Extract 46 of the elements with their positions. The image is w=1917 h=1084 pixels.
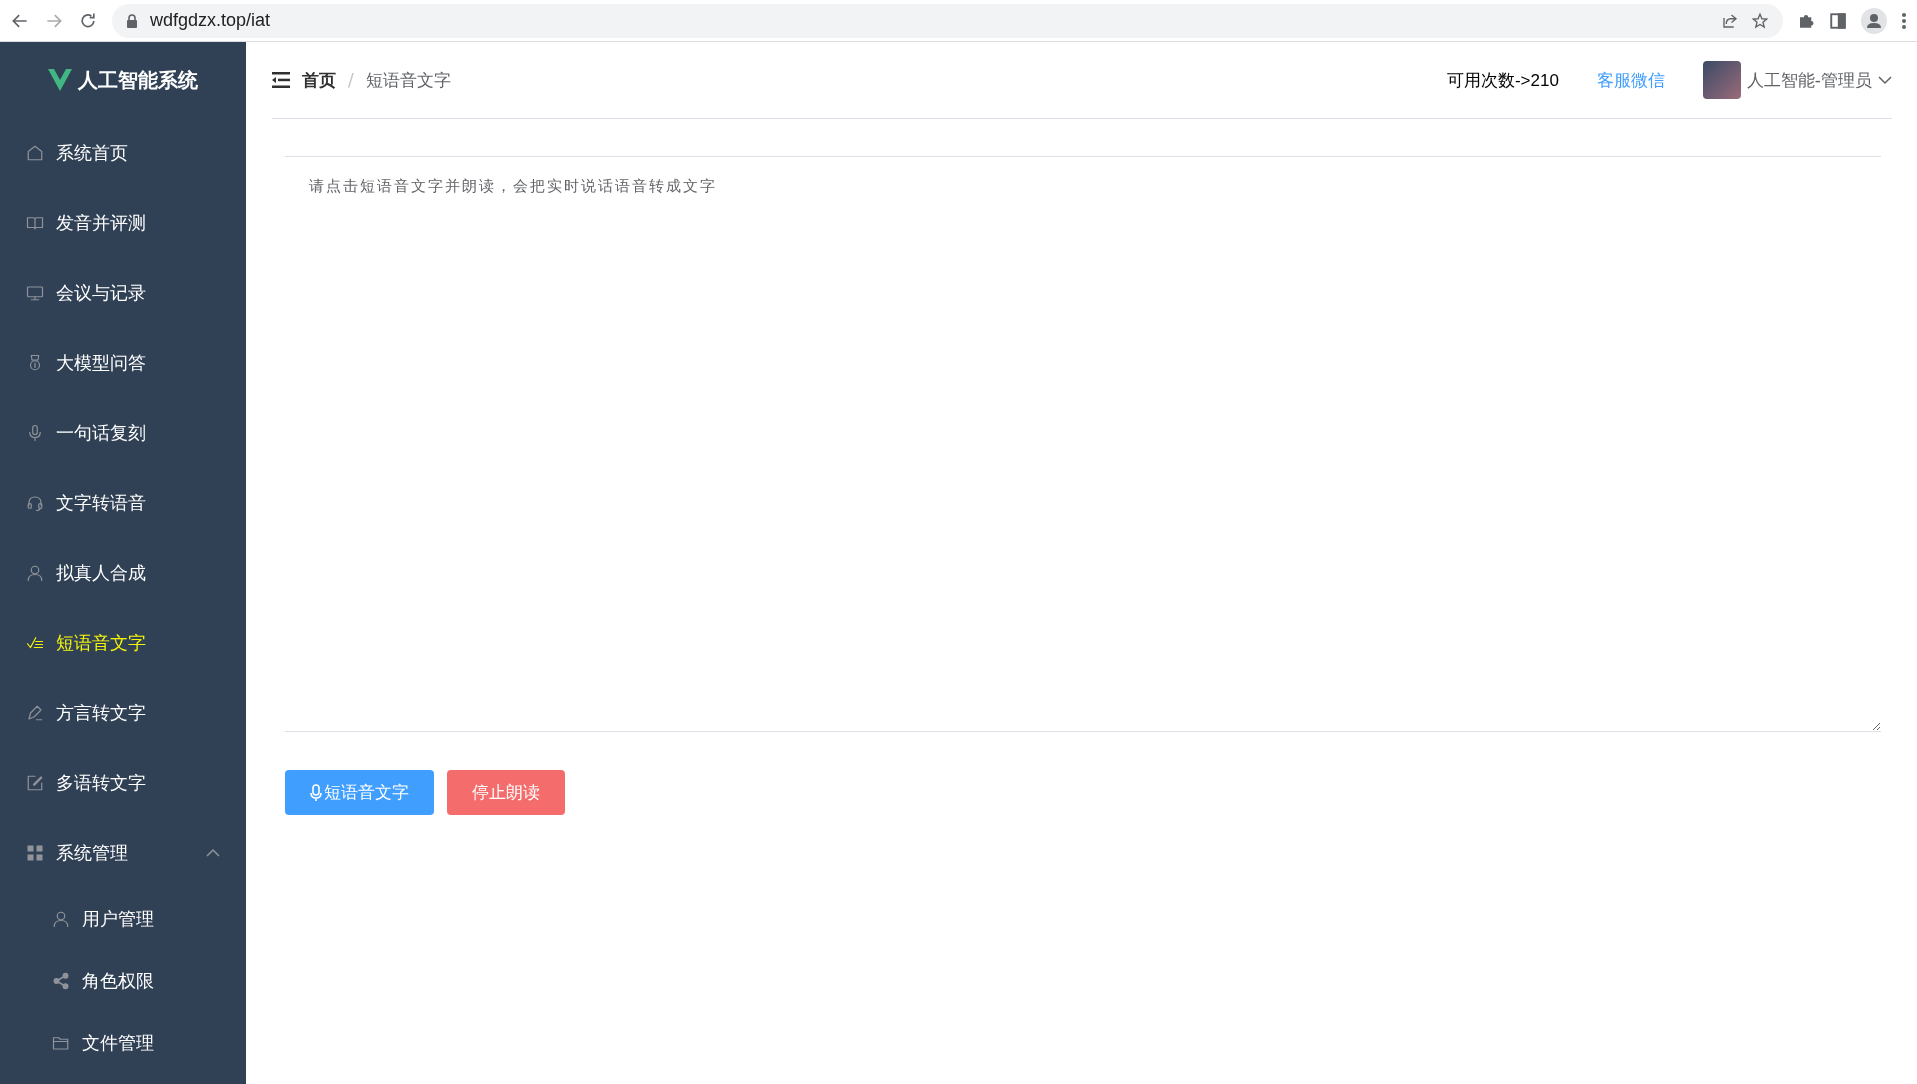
sidebar-item[interactable]: 多语转文字 <box>0 748 246 818</box>
side-panel-icon[interactable] <box>1829 11 1847 30</box>
sidebar-item[interactable]: 短语音文字 <box>0 608 246 678</box>
sidebar-item[interactable]: 系统管理 <box>0 818 246 888</box>
logo-icon <box>48 69 72 91</box>
lock-icon <box>126 13 138 28</box>
user-menu[interactable]: 人工智能-管理员 <box>1746 68 1892 92</box>
sidebar-item[interactable]: 方言转文字 <box>0 678 246 748</box>
sidebar-item[interactable]: 拟真人合成 <box>0 538 246 608</box>
sidebar-item[interactable]: 一句话复刻 <box>0 398 246 468</box>
breadcrumb-item[interactable]: 首页 <box>302 68 336 92</box>
sidebar-item[interactable]: 系统首页 <box>0 118 246 188</box>
menu-icon[interactable] <box>1901 11 1907 30</box>
input-field[interactable]: 请点击短语音文字并朗读，会把实时说话语音转成文字 <box>285 156 1881 732</box>
url-text: wdfgdzx.top/iat <box>150 10 272 31</box>
sidebar-item[interactable]: 会议与记录 <box>0 258 246 328</box>
sidebar-item[interactable]: 大模型问答 <box>0 328 246 398</box>
sidebar-item[interactable]: 文字转语音 <box>0 468 246 538</box>
address-bar[interactable]: wdfgdzx.top/iat <box>112 3 1783 38</box>
profile-icon[interactable] <box>1861 7 1887 34</box>
sidebar-item[interactable]: 用户管理 <box>0 888 246 950</box>
star-icon[interactable] <box>1751 11 1769 30</box>
folder-icon <box>52 1034 70 1052</box>
user-icon <box>52 910 70 928</box>
sidebar-item[interactable]: 角色权限 <box>0 950 246 1012</box>
sidebar-item[interactable]: 文件管理 <box>0 1012 246 1074</box>
monitor-icon <box>26 284 44 302</box>
edit-icon <box>26 774 44 792</box>
chevron-icon <box>206 848 220 858</box>
home-icon <box>26 144 44 162</box>
breadcrumb-separator: / <box>348 70 354 90</box>
microphone-icon <box>26 424 44 442</box>
book-icon <box>26 214 44 232</box>
app-title: 人工智能系统 <box>78 66 198 94</box>
quota-text: 可用次数->210 <box>1446 69 1559 92</box>
headset-icon <box>26 494 44 512</box>
grid-icon <box>26 844 44 862</box>
share-icon <box>52 972 70 990</box>
user-icon <box>26 564 44 582</box>
menu-fold-icon[interactable] <box>272 72 290 88</box>
microphone-icon <box>310 783 322 802</box>
pencil-icon <box>26 704 44 722</box>
sidebar-item[interactable]: 发音并评测 <box>0 188 246 258</box>
avatar-image[interactable] <box>1702 61 1741 99</box>
breadcrumb-item: 短语音文字 <box>365 68 451 92</box>
chevron-icon <box>1878 75 1892 85</box>
